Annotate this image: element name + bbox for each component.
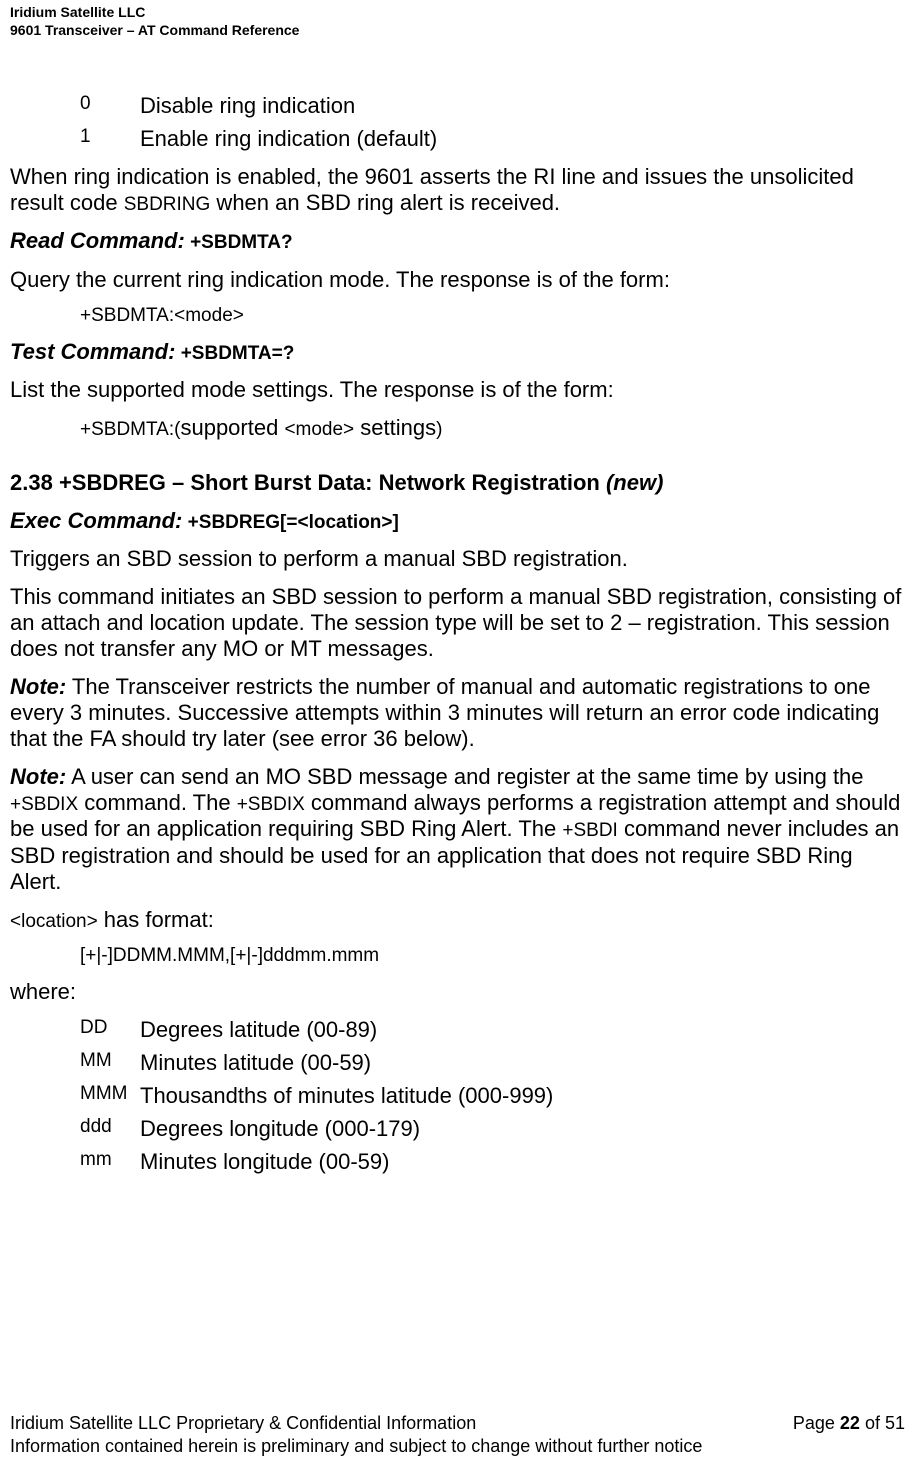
- definition-code: MMM: [80, 1083, 140, 1109]
- definition-code: ddd: [80, 1116, 140, 1142]
- definition-code: 0: [80, 93, 140, 119]
- inline-code: +SBDIX: [237, 794, 305, 815]
- text-run: Page: [793, 1413, 840, 1433]
- section-number: 2.38: [10, 470, 53, 495]
- definition-text: Minutes latitude (00-59): [140, 1050, 905, 1076]
- footer-confidential: Iridium Satellite LLC Proprietary & Conf…: [10, 1412, 476, 1435]
- inline-code: <location>: [10, 911, 98, 932]
- paragraph-ring-enabled: When ring indication is enabled, the 960…: [10, 164, 905, 216]
- current-page: 22: [840, 1413, 860, 1433]
- definition-row: mm Minutes longitude (00-59): [10, 1149, 905, 1175]
- definition-text: Degrees longitude (000-179): [140, 1116, 905, 1142]
- header-company: Iridium Satellite LLC: [10, 4, 905, 22]
- definition-text: Degrees latitude (00-89): [140, 1017, 905, 1043]
- definition-code: 1: [80, 126, 140, 152]
- location-format-heading: <location> has format:: [10, 907, 905, 933]
- exec-command-label: Exec Command:: [10, 508, 182, 533]
- where-label: where:: [10, 979, 905, 1005]
- definition-code: MM: [80, 1050, 140, 1076]
- text-run: supported: [180, 415, 284, 440]
- page-footer: Iridium Satellite LLC Proprietary & Conf…: [10, 1412, 905, 1457]
- text-run: +SBDMTA:(: [80, 419, 180, 440]
- read-command-code: +SBDMTA?: [185, 232, 293, 253]
- test-command-response: +SBDMTA:(supported <mode> settings): [10, 415, 905, 441]
- text-run: of 51: [860, 1413, 905, 1433]
- definition-row: MMM Thousandths of minutes latitude (000…: [10, 1083, 905, 1109]
- inline-code: +SBDIX: [10, 794, 78, 815]
- exec-command-summary: Triggers an SBD session to perform a man…: [10, 546, 905, 572]
- read-command-desc: Query the current ring indication mode. …: [10, 267, 905, 293]
- header-doc-title: 9601 Transceiver – AT Command Reference: [10, 22, 905, 40]
- definition-row: MM Minutes latitude (00-59): [10, 1050, 905, 1076]
- note-text: The Transceiver restricts the number of …: [10, 674, 879, 751]
- text-run: <mode>: [284, 419, 354, 440]
- test-command-heading: Test Command: +SBDMTA=?: [10, 339, 905, 365]
- read-command-label: Read Command:: [10, 228, 185, 253]
- definition-row: 0 Disable ring indication: [10, 93, 905, 119]
- test-command-code: +SBDMTA=?: [175, 343, 294, 364]
- definition-code: DD: [80, 1017, 140, 1043]
- section-new-tag: (new): [606, 470, 663, 495]
- text-run: when an SBD ring alert is received.: [210, 190, 560, 215]
- exec-command-code: +SBDREG[=<location>]: [182, 512, 398, 533]
- text-run: command. The: [78, 790, 237, 815]
- definition-text: Enable ring indication (default): [140, 126, 905, 152]
- definition-row: DD Degrees latitude (00-89): [10, 1017, 905, 1043]
- text-run: has format:: [98, 907, 214, 932]
- definition-text: Thousandths of minutes latitude (000-999…: [140, 1083, 905, 1109]
- location-format: [+|-]DDMM.MMM,[+|-]dddmm.mmm: [10, 945, 905, 967]
- section-title: +SBDREG – Short Burst Data: Network Regi…: [53, 470, 606, 495]
- text-run: ): [436, 419, 442, 440]
- definition-code: mm: [80, 1149, 140, 1175]
- definition-row: 1 Enable ring indication (default): [10, 126, 905, 152]
- definition-text: Disable ring indication: [140, 93, 905, 119]
- footer-disclaimer: Information contained herein is prelimin…: [10, 1435, 905, 1458]
- section-heading-sbdreg: 2.38 +SBDREG – Short Burst Data: Network…: [10, 470, 905, 496]
- inline-code: +SBDI: [562, 820, 617, 841]
- note-paragraph: Note: The Transceiver restricts the numb…: [10, 674, 905, 752]
- test-command-desc: List the supported mode settings. The re…: [10, 377, 905, 403]
- test-command-label: Test Command:: [10, 339, 175, 364]
- footer-page-number: Page 22 of 51: [793, 1412, 905, 1435]
- note-label: Note:: [10, 764, 66, 789]
- read-command-response: +SBDMTA:<mode>: [10, 305, 905, 327]
- definition-row: ddd Degrees longitude (000-179): [10, 1116, 905, 1142]
- text-run: A user can send an MO SBD message and re…: [66, 764, 863, 789]
- text-run: settings: [354, 415, 436, 440]
- exec-command-heading: Exec Command: +SBDREG[=<location>]: [10, 508, 905, 534]
- doc-header: Iridium Satellite LLC 9601 Transceiver –…: [10, 0, 905, 39]
- definition-text: Minutes longitude (00-59): [140, 1149, 905, 1175]
- note-label: Note:: [10, 674, 66, 699]
- inline-code: SBDRING: [124, 194, 211, 215]
- note-paragraph: Note: A user can send an MO SBD message …: [10, 764, 905, 895]
- read-command-heading: Read Command: +SBDMTA?: [10, 228, 905, 254]
- exec-command-detail: This command initiates an SBD session to…: [10, 584, 905, 662]
